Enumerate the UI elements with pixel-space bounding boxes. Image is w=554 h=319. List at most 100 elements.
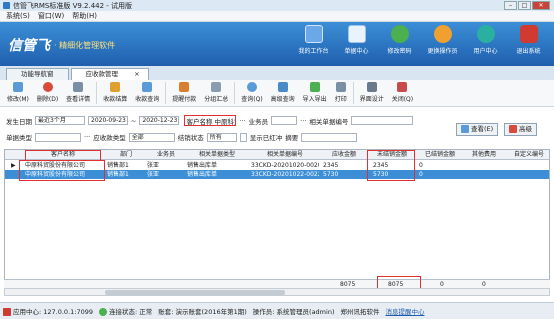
toolbar-separator bbox=[96, 82, 98, 104]
cell-receivable: 5730 bbox=[323, 171, 339, 178]
maximize-button[interactable]: □ bbox=[518, 1, 531, 10]
print-button[interactable]: 打印 bbox=[331, 80, 351, 106]
header-clerk[interactable]: 业务员 bbox=[145, 150, 185, 159]
related-no-input[interactable] bbox=[351, 116, 414, 125]
menu-bar: 系统(S) 窗口(W) 帮助(H) bbox=[0, 11, 554, 22]
excel-icon bbox=[309, 82, 320, 92]
advanced-filter-button[interactable]: 高级 bbox=[504, 123, 537, 136]
ellipsis-button[interactable]: ··· bbox=[84, 133, 90, 141]
cell-department: 销售部1 bbox=[107, 162, 129, 169]
close-button[interactable]: 关闭(Q) bbox=[388, 80, 417, 106]
window-controls: – □ ✕ bbox=[504, 1, 550, 10]
query-button[interactable]: 查询(Q) bbox=[237, 80, 266, 106]
nav-user-center[interactable]: 用户中心 bbox=[464, 25, 507, 55]
edit-icon bbox=[12, 82, 23, 92]
minimize-button[interactable]: – bbox=[504, 1, 517, 10]
clerk-input[interactable] bbox=[271, 116, 298, 125]
message-center-link[interactable]: 消息提醒中心 bbox=[385, 306, 424, 316]
search-icon bbox=[246, 82, 257, 92]
header-settled[interactable]: 已结销金额 bbox=[417, 150, 461, 159]
tab-receivables-label: 应收款管理 bbox=[85, 70, 119, 78]
cell-related-type: 销售出库单 bbox=[187, 162, 218, 169]
highlight-unsettled-column bbox=[367, 150, 415, 181]
menu-help[interactable]: 帮助(H) bbox=[72, 11, 97, 21]
collect-query-button[interactable]: 收款查询 bbox=[131, 80, 163, 106]
window-title: 信管飞RMS标准版 V9.2.442 - 试用版 bbox=[13, 1, 133, 10]
date-range-select[interactable]: 最近3个月 bbox=[35, 116, 85, 125]
nav-workbench[interactable]: 我的工作台 bbox=[292, 25, 335, 55]
totals-row: 8075 8075 0 0 bbox=[4, 276, 550, 290]
printer-icon bbox=[335, 82, 346, 92]
clerk-label: 业务员 bbox=[248, 117, 269, 126]
cell-settled: 0 bbox=[419, 171, 423, 178]
ar-type-select[interactable]: 全部 bbox=[128, 132, 175, 142]
customer-label: 客户名称 bbox=[186, 118, 213, 126]
logo-tagline: · 精细化管理软件 bbox=[54, 40, 116, 50]
user-icon bbox=[433, 25, 452, 43]
nav-change-password[interactable]: 修改密码 bbox=[378, 25, 421, 55]
view-details-button[interactable]: 查看详情 bbox=[62, 80, 94, 106]
collect-settle-button[interactable]: 收款结算 bbox=[99, 80, 131, 106]
header-related-type[interactable]: 相关单据类型 bbox=[185, 150, 247, 159]
tab-strip: 功能导航窗 应收款管理 × bbox=[0, 66, 554, 80]
document-icon bbox=[347, 25, 366, 43]
date-to-input[interactable]: 2020-12-23 bbox=[139, 116, 180, 125]
header-other-fees[interactable]: 其他费用 bbox=[461, 150, 505, 159]
close-window-button[interactable]: ✕ bbox=[532, 1, 550, 10]
cell-settled: 0 bbox=[419, 162, 423, 169]
remind-payment-button[interactable]: 提醒付款 bbox=[168, 80, 200, 106]
logo: 信管飞 · 精细化管理软件 bbox=[8, 35, 115, 55]
scrollbar-thumb[interactable] bbox=[105, 290, 285, 295]
import-export-button[interactable]: 导入导出 bbox=[299, 80, 331, 106]
account-status: 账套: 演示账套(2016年第1期) bbox=[158, 308, 247, 316]
date-label: 发生日期 bbox=[6, 117, 32, 126]
workbench-icon bbox=[304, 25, 323, 43]
company-name: 郑州讯拓软件 bbox=[340, 308, 380, 316]
cell-clerk: 张亚 bbox=[147, 171, 160, 178]
summary-input[interactable] bbox=[301, 132, 358, 142]
toolbar-separator bbox=[234, 82, 236, 104]
header-department[interactable]: 部门 bbox=[105, 150, 145, 159]
delete-button[interactable]: 删除(D) bbox=[33, 80, 62, 106]
ellipsis-button[interactable]: ··· bbox=[239, 117, 245, 125]
settle-select[interactable]: 所有 bbox=[206, 132, 237, 142]
menu-system[interactable]: 系统(S) bbox=[6, 11, 30, 21]
nav-document-center[interactable]: 单据中心 bbox=[335, 25, 378, 55]
header-related-no[interactable]: 相关单据编号 bbox=[249, 150, 319, 159]
header-custom-no[interactable]: 自定义编号 bbox=[505, 150, 549, 159]
date-from-input[interactable]: 2020-09-23 bbox=[88, 116, 128, 125]
tab-close-icon[interactable]: × bbox=[134, 70, 139, 78]
tab-receivables[interactable]: 应收款管理 × bbox=[70, 68, 149, 80]
advanced-filter-label: 高级 bbox=[519, 125, 532, 133]
money-icon bbox=[110, 82, 121, 92]
filter-row-1: 发生日期 最近3个月 2020-09-23 ~ 2020-12-23 客户名称 … bbox=[6, 115, 414, 126]
advanced-query-button[interactable]: 高级查询 bbox=[267, 80, 299, 106]
doc-type-input[interactable] bbox=[35, 132, 81, 142]
header-receivable[interactable]: 应收金额 bbox=[321, 150, 365, 159]
toolbar-separator bbox=[165, 82, 167, 104]
nav-switch-operator[interactable]: 更换操作员 bbox=[421, 25, 464, 55]
nav-exit[interactable]: 退出系统 bbox=[507, 25, 550, 55]
layout-design-button[interactable]: 界面设计 bbox=[356, 80, 388, 106]
status-bar: 应用中心: 127.0.0.1:7099 连接状态: 正常 账套: 演示账套(2… bbox=[0, 302, 554, 319]
cell-clerk: 张亚 bbox=[147, 162, 160, 169]
search-money-icon bbox=[142, 82, 153, 92]
layout-icon bbox=[366, 82, 377, 92]
edit-button[interactable]: 修改(M) bbox=[3, 80, 33, 106]
ellipsis-button[interactable]: ··· bbox=[300, 117, 306, 125]
query-filter-button[interactable]: 查看(E) bbox=[456, 123, 499, 136]
show-red-checkbox[interactable] bbox=[239, 132, 247, 142]
settle-label: 结销状态 bbox=[177, 134, 204, 142]
customer-input[interactable]: 中原科贸股份有限公司 bbox=[215, 118, 236, 125]
group-summary-button[interactable]: 分组汇总 bbox=[200, 80, 232, 106]
ar-type-label: 应收款类型 bbox=[93, 134, 126, 142]
tab-function-nav[interactable]: 功能导航窗 bbox=[6, 68, 69, 80]
show-red-label: 显示已红冲 bbox=[249, 134, 283, 142]
bell-icon bbox=[179, 82, 190, 92]
globe-icon bbox=[476, 25, 495, 43]
operator-status: 操作员: 系统管理员(admin) bbox=[252, 308, 335, 316]
receivables-table: 客户名称 部门 业务员 相关单据类型 相关单据编号 应收金额 未结销金额 已结销… bbox=[4, 149, 550, 286]
horizontal-scrollbar[interactable] bbox=[4, 288, 550, 296]
query-filter-label: 查看(E) bbox=[471, 125, 494, 133]
menu-window[interactable]: 窗口(W) bbox=[38, 11, 64, 21]
